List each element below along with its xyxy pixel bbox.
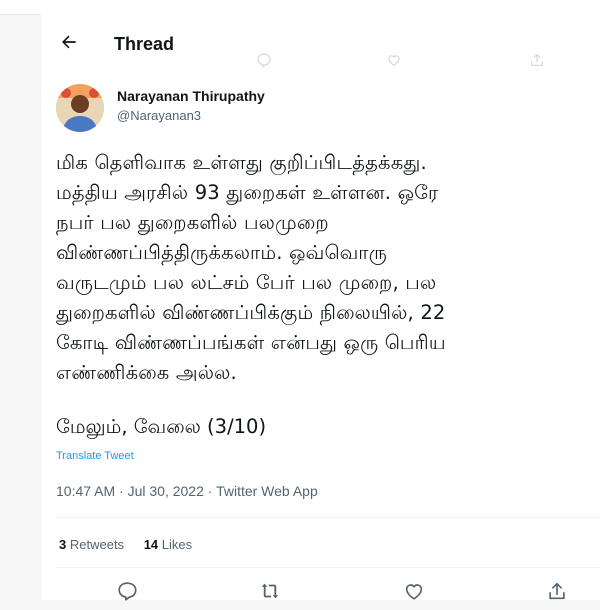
browser-top-strip xyxy=(0,0,600,15)
tweet-text-line: எண்ணிக்கை அல்ல. xyxy=(56,361,237,384)
likes-stat[interactable]: 14 Likes xyxy=(144,537,192,552)
avatar-photo xyxy=(56,84,104,132)
like-button[interactable] xyxy=(403,580,427,604)
tweet-text-line: துறைகளில் விண்ணப்பிக்கும் நிலையில், 22 xyxy=(56,301,446,324)
translate-tweet-link[interactable]: Translate Tweet xyxy=(56,450,134,462)
reply-icon xyxy=(256,52,272,73)
thread-panel: Thread Narayanan Thirupathy @Narayanan3 … xyxy=(40,14,600,601)
tweet-timestamp[interactable]: 10:47 AM · Jul 30, 2022 · Twitter Web Ap… xyxy=(56,483,318,499)
tweet-text-line: நபர் பல துறைகளில் பலமுறை xyxy=(56,211,329,234)
retweets-count: 3 xyxy=(59,537,67,552)
reply-button[interactable] xyxy=(116,580,140,604)
tweet-text-line: வருடமும் பல லட்சம் பேர் பல முறை, பல xyxy=(56,271,437,294)
heart-icon xyxy=(403,584,425,606)
share-icon xyxy=(546,582,568,606)
likes-count: 14 xyxy=(143,537,159,552)
thread-header: Thread xyxy=(41,30,600,60)
author-handle[interactable]: @Narayanan3 xyxy=(117,108,201,123)
divider xyxy=(56,517,600,518)
back-button[interactable] xyxy=(55,30,83,58)
arrow-left-icon xyxy=(59,32,79,57)
retweet-button[interactable] xyxy=(259,580,283,604)
divider xyxy=(56,567,600,568)
author-name[interactable]: Narayanan Thirupathy xyxy=(117,88,265,104)
tweet-text-line: மிக தெளிவாக உள்ளது குறிப்பிடத்தக்கது. xyxy=(56,151,427,174)
tweet-text-line: மத்திய அரசில் 93 துறைகள் உள்ளன. ஒரே xyxy=(56,181,439,204)
likes-label: Likes xyxy=(161,537,193,552)
heart-icon xyxy=(386,52,402,73)
retweets-stat[interactable]: 3 Retweets xyxy=(59,537,124,552)
tweet-text: மிக தெளிவாக உள்ளது குறிப்பிடத்தக்கது. மத… xyxy=(56,148,600,388)
avatar[interactable] xyxy=(56,84,104,132)
retweets-label: Retweets xyxy=(69,537,125,552)
tweet-text-line: விண்ணப்பித்திருக்கலாம். ஒவ்வொரு xyxy=(56,241,387,264)
reply-icon xyxy=(116,582,138,606)
share-icon xyxy=(529,52,545,73)
tweet-actions xyxy=(41,580,600,610)
retweet-icon xyxy=(259,583,281,606)
tweet-text-continuation: மேலும், வேலை (3/10) xyxy=(56,415,267,438)
tweet-text-line: கோடி விண்ணப்பங்கள் என்பது ஒரு பெரிய xyxy=(56,331,446,354)
tweet-stats: 3 Retweets 14 Likes xyxy=(59,537,208,552)
page-title: Thread xyxy=(114,34,175,54)
share-button[interactable] xyxy=(546,580,570,604)
